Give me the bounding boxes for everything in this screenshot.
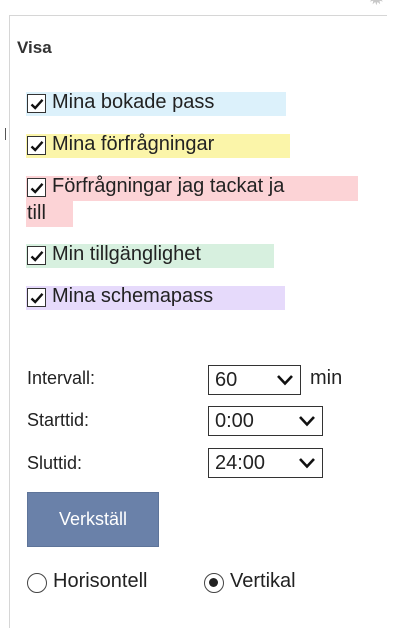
radio-label: Horisontell: [53, 570, 148, 592]
checkbox-label-continuation: till: [27, 202, 46, 224]
divider: [5, 128, 6, 140]
starttid-select[interactable]: 0:00: [208, 406, 323, 436]
check-icon: [30, 182, 43, 194]
check-icon: [30, 98, 43, 110]
intervall-value: 60: [215, 368, 238, 391]
radio-button[interactable]: [27, 573, 47, 593]
checkbox-label: Min tillgänglighet: [52, 243, 201, 265]
gear-icon[interactable]: ✹: [368, 0, 390, 14]
panel-heading: Visa: [17, 38, 52, 57]
starttid-label: Starttid:: [27, 410, 90, 430]
apply-button[interactable]: Verkställ: [27, 492, 159, 547]
checkbox-row-mina-bokade-pass[interactable]: Mina bokade pass: [26, 91, 286, 116]
chevron-down-icon: [277, 375, 293, 386]
checkbox-label: Mina förfrågningar: [52, 133, 215, 155]
checkbox-min-tillganglighet[interactable]: [27, 246, 46, 265]
check-icon: [30, 250, 43, 262]
radio-vertikal[interactable]: Vertikal: [204, 570, 296, 593]
sluttid-label: Sluttid:: [27, 453, 83, 473]
sluttid-select[interactable]: 24:00: [208, 448, 323, 478]
checkbox-forfragningar-tackat-ja[interactable]: [27, 178, 46, 197]
checkbox-row-mina-schemapass[interactable]: Mina schemapass: [26, 285, 285, 310]
radio-label: Vertikal: [230, 570, 296, 592]
radio-horisontell[interactable]: Horisontell: [27, 570, 147, 593]
chevron-down-icon: [299, 416, 315, 427]
checkbox-row-forfragningar-tackat-ja[interactable]: Förfrågningar jag tackat ja: [26, 175, 358, 201]
check-icon: [30, 140, 43, 152]
sluttid-value: 24:00: [215, 451, 266, 474]
check-icon: [30, 292, 43, 304]
checkbox-mina-schemapass[interactable]: [27, 288, 46, 307]
intervall-label: Intervall:: [27, 368, 96, 388]
radio-button[interactable]: [204, 573, 224, 593]
starttid-value: 0:00: [215, 409, 254, 432]
chevron-down-icon: [299, 458, 315, 469]
checkbox-row-min-tillganglighet[interactable]: Min tillgänglighet: [26, 243, 274, 268]
checkbox-label: Mina bokade pass: [52, 91, 215, 113]
checkbox-label: Förfrågningar jag tackat ja: [52, 175, 285, 197]
intervall-select[interactable]: 60: [208, 365, 301, 395]
checkbox-mina-bokade-pass[interactable]: [27, 94, 46, 113]
checkbox-row-mina-forfragningar[interactable]: Mina förfrågningar: [26, 133, 290, 158]
checkbox-label: Mina schemapass: [52, 285, 214, 307]
intervall-unit: min: [310, 367, 343, 389]
checkbox-mina-forfragningar[interactable]: [27, 136, 46, 155]
